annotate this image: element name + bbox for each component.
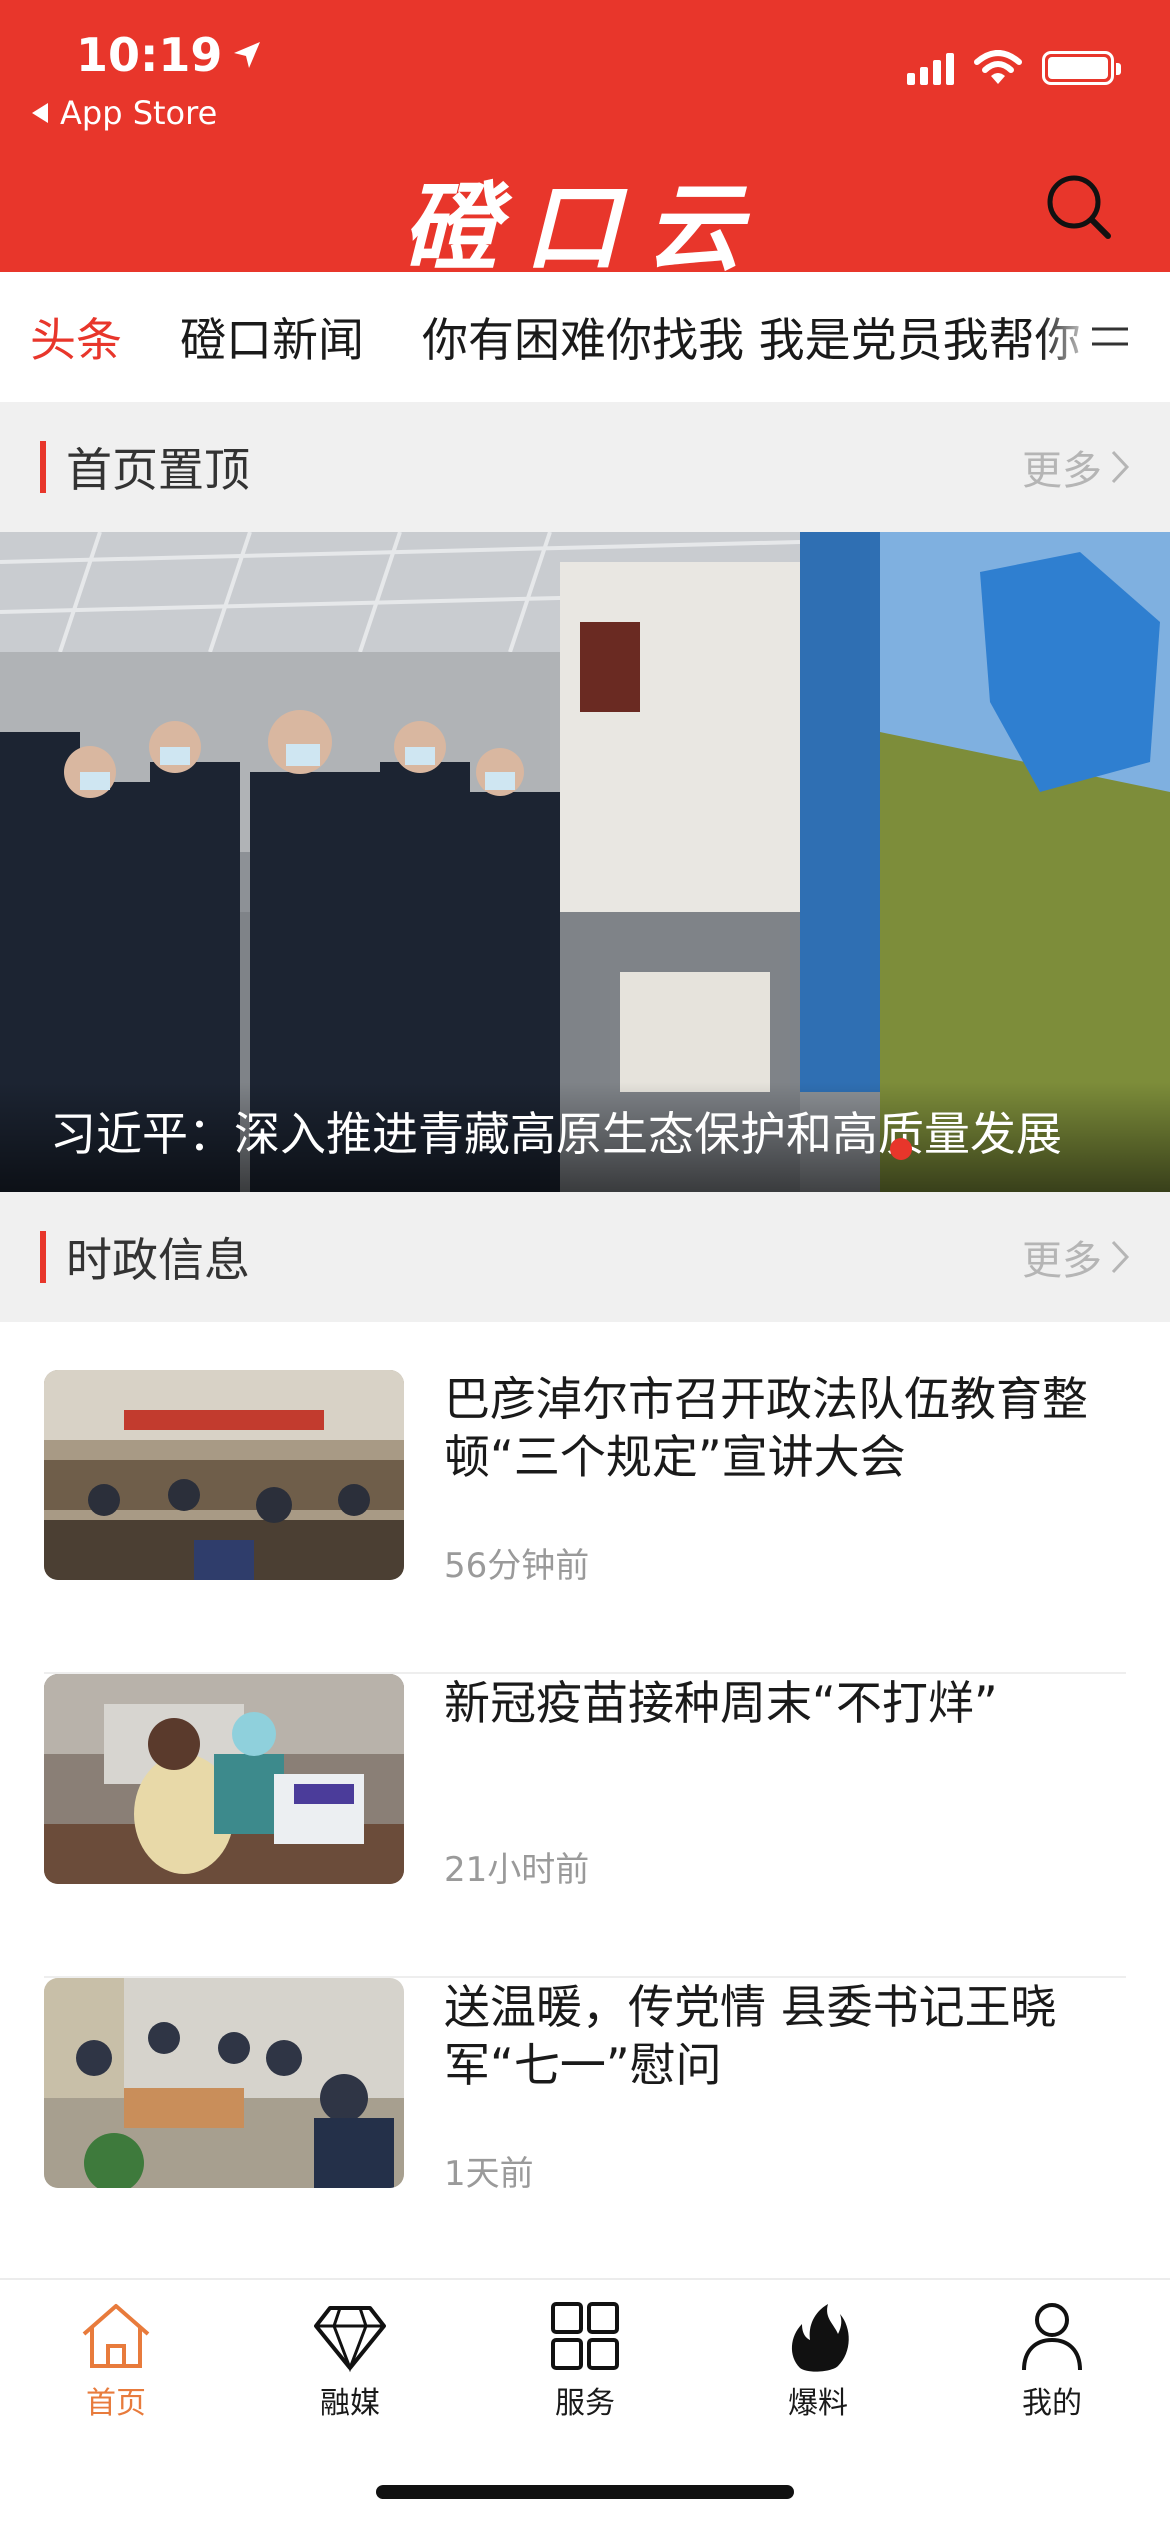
- section-accent-bar: [40, 441, 46, 493]
- more-label: 更多: [1022, 448, 1102, 494]
- carousel-indicator-dot[interactable]: [890, 1138, 912, 1160]
- banner-caption: 习近平：深入推进青藏高原生态保护和高质量发展: [0, 1082, 1170, 1192]
- grid-icon: [551, 2302, 619, 2370]
- person-icon: [1022, 2303, 1082, 2371]
- nav-label: 爆料: [788, 2386, 848, 2421]
- news-time: 1天前: [444, 2154, 534, 2194]
- news-thumbnail: [44, 1674, 404, 1884]
- nav-profile[interactable]: 我的: [972, 2298, 1132, 2422]
- location-arrow-icon: [234, 42, 261, 68]
- news-list-item[interactable]: 送温暖，传党情 县委书记王晓军“七一”慰问 1天前: [44, 1978, 1126, 2282]
- flame-icon: [791, 2304, 849, 2372]
- tab-headline[interactable]: 头条: [30, 304, 122, 370]
- tab-party-help[interactable]: 你有困难你找我 我是党员我帮你: [422, 304, 1081, 370]
- news-body: 巴彦淖尔市召开政法队伍教育整顿“三个规定”宣讲大会 56分钟前: [444, 1370, 1126, 1672]
- section-title: 时政信息: [40, 1224, 250, 1290]
- nav-label: 我的: [1022, 2386, 1082, 2421]
- news-title: 新冠疫苗接种周末“不打烊”: [444, 1676, 998, 1730]
- app-header: 10:19 App Store 磴口云: [0, 0, 1170, 284]
- home-icon: [82, 2304, 150, 2368]
- featured-banner[interactable]: 习近平：深入推进青藏高原生态保护和高质量发展: [0, 532, 1170, 1192]
- more-label: 更多: [1022, 1238, 1102, 1284]
- back-triangle-icon: [32, 103, 48, 123]
- tab-menu-button[interactable]: [1040, 272, 1170, 402]
- nav-home[interactable]: 首页: [36, 2298, 196, 2422]
- chevron-right-icon: [1111, 450, 1130, 484]
- news-thumbnail: [44, 1370, 404, 1580]
- section-accent-bar: [40, 1231, 46, 1283]
- more-link[interactable]: 更多: [1022, 438, 1130, 496]
- news-body: 新冠疫苗接种周末“不打烊” 21小时前: [444, 1674, 1126, 1976]
- status-icons: [907, 50, 1121, 86]
- chevron-right-icon: [1111, 1240, 1130, 1274]
- news-body: 送温暖，传党情 县委书记王晓军“七一”慰问 1天前: [444, 1978, 1126, 2280]
- category-tabs: 头条 磴口新闻 你有困难你找我 我是党员我帮你: [0, 272, 1170, 402]
- section-title-text: 时政信息: [66, 1233, 250, 1287]
- section-header-politics: 时政信息 更多: [0, 1192, 1170, 1322]
- clock: 10:19: [76, 28, 223, 82]
- status-time: 10:19: [76, 28, 262, 82]
- diamond-icon: [314, 2306, 386, 2373]
- app-logo: 磴口云: [402, 171, 768, 284]
- news-list-item[interactable]: 新冠疫苗接种周末“不打烊” 21小时前: [44, 1674, 1126, 1978]
- nav-label: 融媒: [320, 2386, 380, 2421]
- wifi-icon: [974, 50, 1022, 84]
- nav-tips[interactable]: 爆料: [738, 2298, 898, 2422]
- news-thumbnail: [44, 1978, 404, 2188]
- more-link[interactable]: 更多: [1022, 1228, 1130, 1286]
- nav-label: 首页: [86, 2386, 146, 2421]
- battery-icon: [1042, 51, 1121, 85]
- news-title: 送温暖，传党情 县委书记王晓军“七一”慰问: [444, 1980, 1057, 2092]
- section-header-top: 首页置顶 更多: [0, 402, 1170, 532]
- nav-media[interactable]: 融媒: [270, 2298, 430, 2422]
- nav-label: 服务: [555, 2386, 615, 2421]
- search-icon[interactable]: [1042, 170, 1114, 242]
- home-indicator[interactable]: [376, 2485, 794, 2499]
- news-list-item[interactable]: 巴彦淖尔市召开政法队伍教育整顿“三个规定”宣讲大会 56分钟前: [44, 1370, 1126, 1674]
- nav-services[interactable]: 服务: [505, 2298, 665, 2422]
- back-to-app-store[interactable]: App Store: [30, 94, 217, 132]
- tab-dengkou-news[interactable]: 磴口新闻: [180, 304, 364, 370]
- news-time: 56分钟前: [444, 1546, 590, 1586]
- back-label: App Store: [60, 94, 218, 132]
- menu-lines-icon: [1092, 327, 1128, 346]
- section-title-text: 首页置顶: [66, 443, 250, 497]
- cellular-signal-icon: [907, 51, 954, 85]
- news-title: 巴彦淖尔市召开政法队伍教育整顿“三个规定”宣讲大会: [444, 1372, 1088, 1484]
- section-title: 首页置顶: [40, 434, 250, 500]
- news-time: 21小时前: [444, 1850, 590, 1890]
